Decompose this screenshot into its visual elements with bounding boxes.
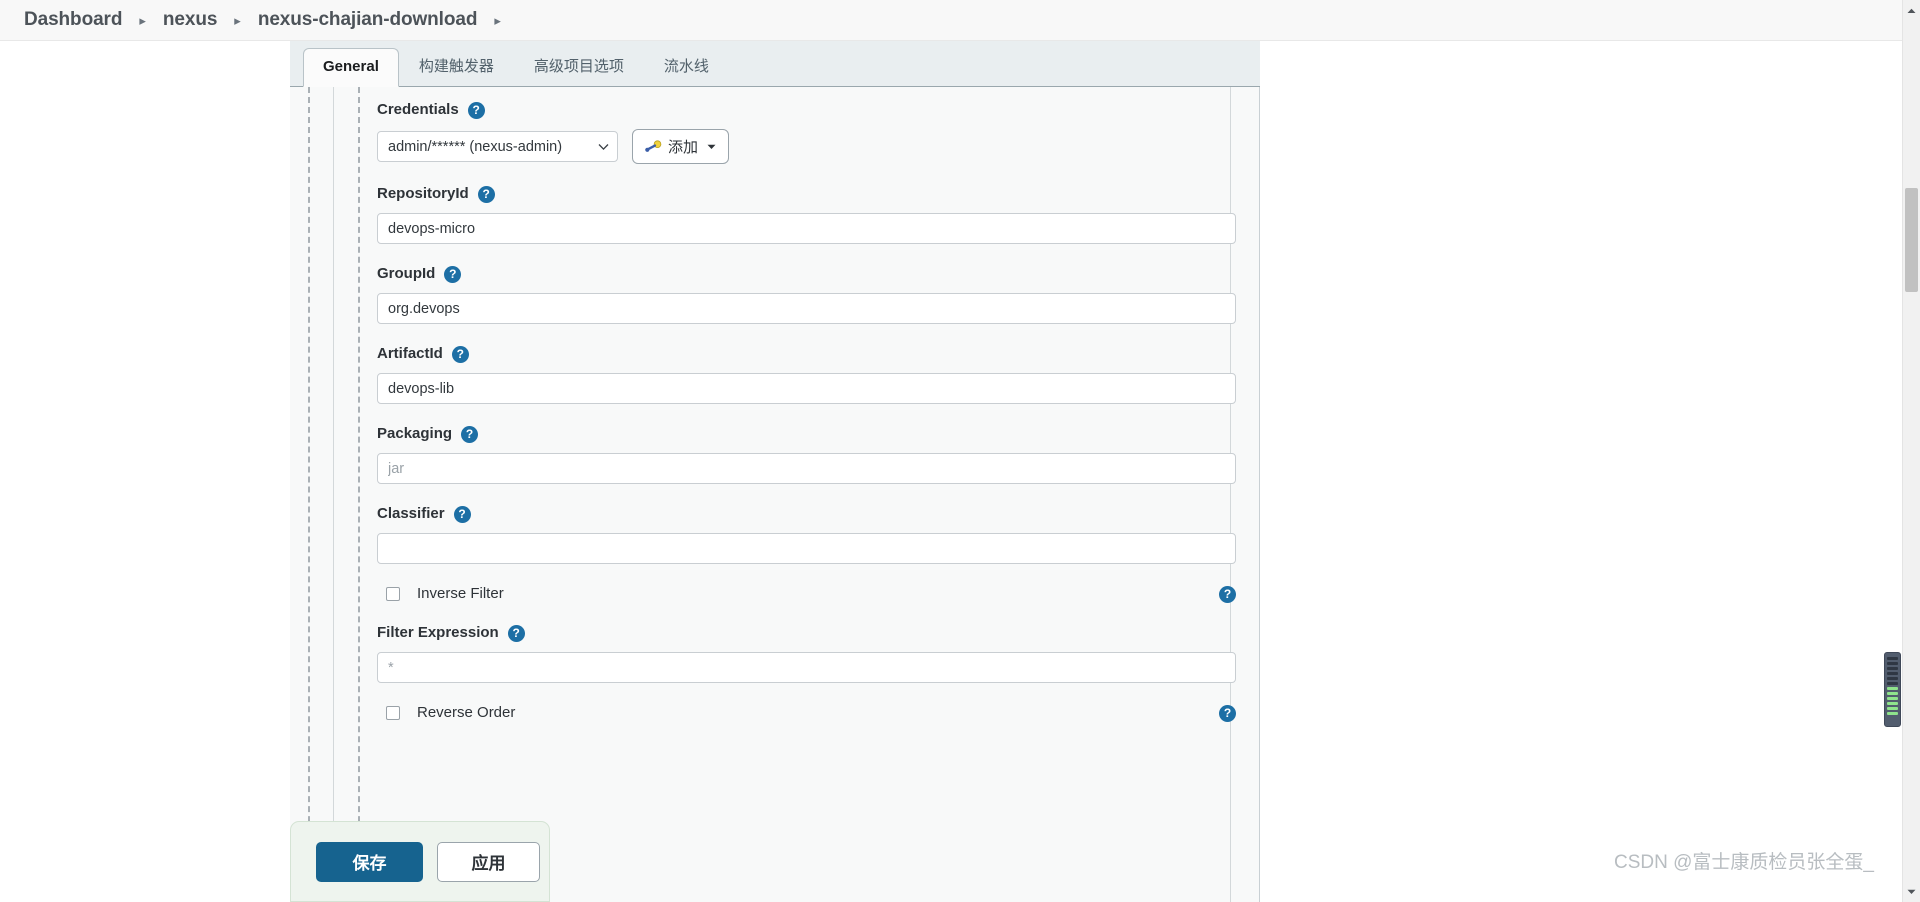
config-tab-bar: General 构建触发器 高级项目选项 流水线	[290, 41, 1260, 87]
inverse-filter-label: Inverse Filter	[417, 585, 504, 602]
help-icon[interactable]: ?	[1219, 585, 1236, 603]
section-solid-border	[333, 87, 334, 902]
credentials-label: Credentials	[377, 101, 459, 118]
help-icon[interactable]: ?	[453, 505, 471, 523]
help-icon[interactable]: ?	[444, 265, 462, 283]
breadcrumb-separator-icon: ▸	[234, 12, 241, 28]
group-id-label-row: GroupId ?	[377, 265, 1234, 283]
config-form-area: Credentials ? admin/****** (nexus-admin)	[290, 87, 1260, 902]
field-packaging: Packaging ?	[377, 425, 1236, 484]
credentials-label-row: Credentials ?	[377, 101, 1234, 119]
page-scrollbar[interactable]	[1902, 0, 1920, 902]
help-icon[interactable]: ?	[1219, 704, 1236, 722]
filter-expression-label-row: Filter Expression ?	[377, 624, 1234, 642]
breadcrumb-separator-icon: ▸	[139, 12, 146, 28]
section-dashed-border-inner	[358, 87, 360, 902]
artifact-id-input[interactable]	[377, 373, 1236, 404]
breadcrumb-item-nexus[interactable]: nexus	[163, 9, 218, 31]
tab-general[interactable]: General	[303, 48, 399, 87]
classifier-label-row: Classifier ?	[377, 505, 1234, 523]
form-fields: Credentials ? admin/****** (nexus-admin)	[377, 87, 1236, 743]
reverse-order-label: Reverse Order	[417, 704, 516, 721]
scroll-up-arrow-icon[interactable]	[1903, 2, 1920, 19]
filter-expression-input[interactable]	[377, 652, 1236, 683]
field-reverse-order: Reverse Order ?	[377, 704, 1236, 722]
packaging-input[interactable]	[377, 453, 1236, 484]
group-id-input[interactable]	[377, 293, 1236, 324]
screen-root: Dashboard ▸ nexus ▸ nexus-chajian-downlo…	[0, 0, 1920, 902]
group-id-label: GroupId	[377, 265, 436, 282]
field-inverse-filter: Inverse Filter ?	[377, 585, 1236, 603]
form-action-bar: 保存 应用	[290, 821, 550, 902]
classifier-input[interactable]	[377, 533, 1236, 564]
add-credentials-label: 添加	[668, 139, 699, 156]
field-artifact-id: ArtifactId ?	[377, 345, 1236, 404]
reverse-order-checkbox[interactable]	[386, 706, 400, 720]
job-config-panel: General 构建触发器 高级项目选项 流水线 Credentials ? a…	[290, 41, 1260, 902]
breadcrumb-item-job[interactable]: nexus-chajian-download	[258, 9, 478, 31]
breadcrumb-item-dashboard[interactable]: Dashboard	[24, 9, 122, 31]
credentials-select-wrapper: admin/****** (nexus-admin)	[377, 131, 618, 162]
section-dashed-border-outer	[308, 87, 310, 902]
repository-id-label-row: RepositoryId ?	[377, 185, 1234, 203]
help-icon[interactable]: ?	[461, 425, 479, 443]
tab-pipeline[interactable]: 流水线	[644, 48, 729, 87]
field-credentials: Credentials ? admin/****** (nexus-admin)	[377, 87, 1234, 164]
breadcrumb: Dashboard ▸ nexus ▸ nexus-chajian-downlo…	[0, 0, 1920, 41]
help-icon[interactable]: ?	[451, 345, 469, 363]
tab-advanced-project-options[interactable]: 高级项目选项	[514, 48, 644, 87]
artifact-id-label: ArtifactId	[377, 345, 443, 362]
packaging-label: Packaging	[377, 425, 453, 442]
repository-id-label: RepositoryId	[377, 185, 469, 202]
add-credentials-button[interactable]: 添加	[632, 129, 730, 164]
field-filter-expression: Filter Expression ?	[377, 624, 1236, 683]
caret-down-icon	[707, 144, 716, 149]
credentials-control-row: admin/****** (nexus-admin) 添加	[377, 129, 1234, 164]
breadcrumb-dropdown-icon[interactable]: ▸	[494, 14, 501, 27]
page-body: General 构建触发器 高级项目选项 流水线 Credentials ? a…	[0, 41, 1920, 902]
scroll-down-arrow-icon[interactable]	[1903, 883, 1920, 900]
tab-build-triggers[interactable]: 构建触发器	[399, 48, 514, 87]
save-button[interactable]: 保存	[316, 841, 423, 882]
filter-expression-label: Filter Expression	[377, 624, 499, 641]
help-icon[interactable]: ?	[467, 101, 485, 119]
status-indicator-icon	[1884, 652, 1901, 727]
repository-id-input[interactable]	[377, 213, 1236, 244]
artifact-id-label-row: ArtifactId ?	[377, 345, 1234, 363]
packaging-label-row: Packaging ?	[377, 425, 1234, 443]
field-repository-id: RepositoryId ?	[377, 185, 1236, 244]
apply-button[interactable]: 应用	[437, 841, 540, 882]
scrollbar-thumb[interactable]	[1905, 188, 1918, 292]
classifier-label: Classifier	[377, 505, 445, 522]
field-group-id: GroupId ?	[377, 265, 1236, 324]
key-icon	[645, 140, 662, 152]
help-icon[interactable]: ?	[477, 185, 495, 203]
inverse-filter-checkbox[interactable]	[386, 587, 400, 601]
field-classifier: Classifier ?	[377, 505, 1236, 564]
help-icon[interactable]: ?	[507, 624, 525, 642]
credentials-select[interactable]: admin/****** (nexus-admin)	[377, 131, 618, 162]
watermark-text: CSDN @富士康质检员张全蛋_	[1614, 852, 1874, 873]
